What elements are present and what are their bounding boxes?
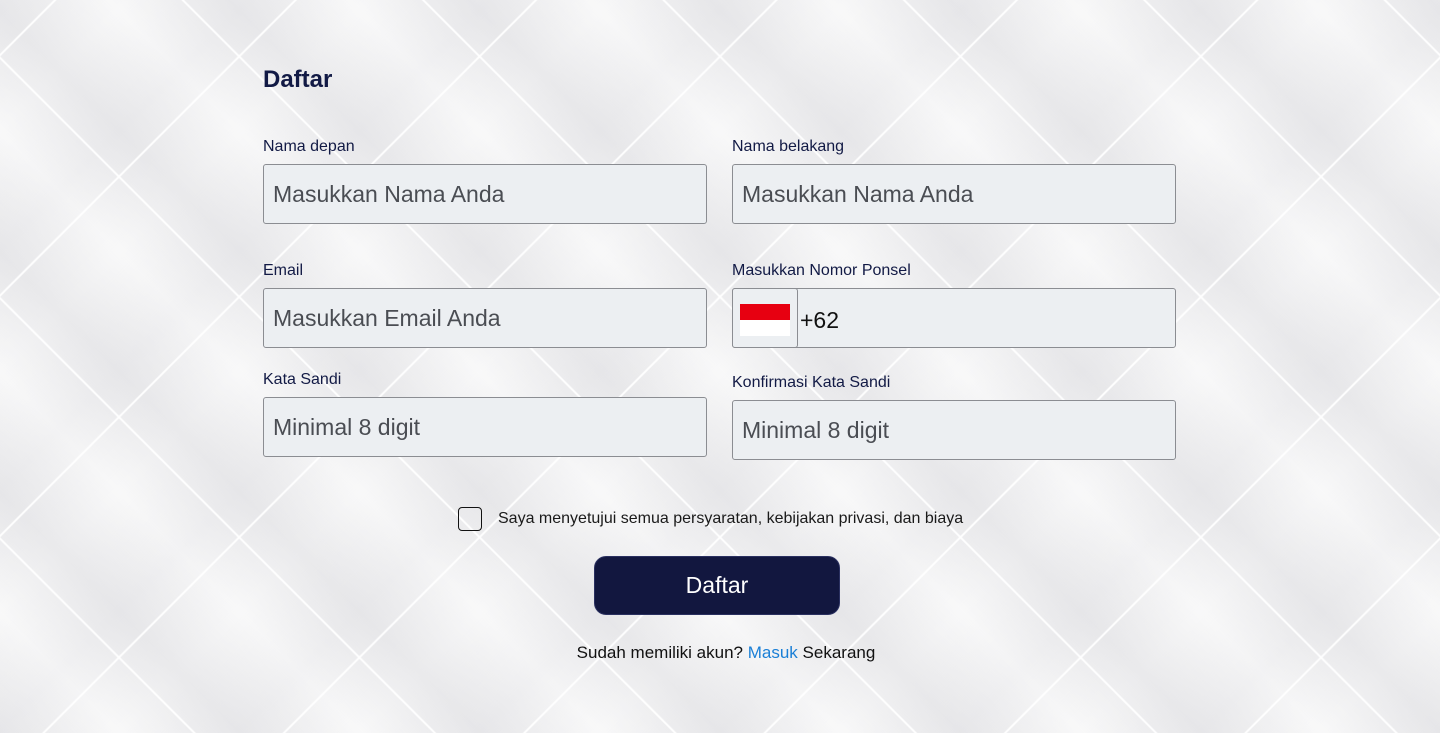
agreement-row: Saya menyetujui semua persyaratan, kebij… xyxy=(458,507,963,531)
country-selector[interactable] xyxy=(732,288,798,348)
country-code: +62 xyxy=(800,307,840,333)
email-label: Email xyxy=(263,262,304,279)
last-name-input[interactable] xyxy=(732,164,1176,224)
login-prompt: Sudah memiliki akun? Masuk Sekarang xyxy=(0,643,1440,663)
page-title: Daftar xyxy=(263,66,333,93)
phone-label: Masukkan Nomor Ponsel xyxy=(732,262,911,279)
phone-input[interactable] xyxy=(845,289,1169,349)
password-label: Kata Sandi xyxy=(263,371,342,388)
first-name-label: Nama depan xyxy=(263,138,355,155)
password-input[interactable] xyxy=(263,397,707,457)
last-name-label: Nama belakang xyxy=(732,138,845,155)
first-name-input[interactable] xyxy=(263,164,707,224)
register-button[interactable]: Daftar xyxy=(594,556,840,615)
email-input[interactable] xyxy=(263,288,707,348)
indonesia-flag-icon xyxy=(740,304,790,336)
login-prompt-suffix: Sekarang xyxy=(802,643,876,662)
confirm-password-label: Konfirmasi Kata Sandi xyxy=(732,374,891,391)
confirm-password-input[interactable] xyxy=(732,400,1176,460)
phone-field: +62 xyxy=(732,288,1176,349)
agreement-checkbox[interactable] xyxy=(458,507,482,531)
agreement-text: Saya menyetujui semua persyaratan, kebij… xyxy=(498,510,964,527)
login-prompt-prefix: Sudah memiliki akun? xyxy=(576,643,743,662)
login-link[interactable]: Masuk xyxy=(748,643,798,662)
